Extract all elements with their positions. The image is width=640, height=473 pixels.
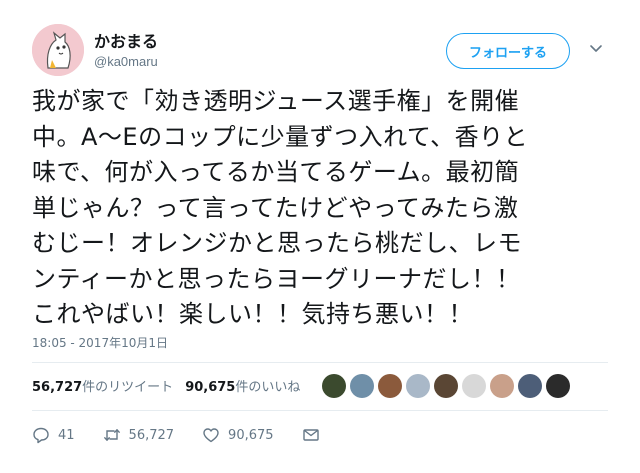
liker-avatar[interactable] bbox=[462, 374, 486, 398]
divider bbox=[32, 362, 608, 363]
heart-icon bbox=[203, 428, 219, 443]
like-stat-label: 件のいいね bbox=[235, 380, 301, 395]
follow-button[interactable]: フォローする bbox=[446, 33, 570, 69]
direct-message-button[interactable] bbox=[302, 426, 320, 444]
user-handle[interactable]: @ka0maru bbox=[94, 54, 158, 69]
display-name[interactable]: かおまる bbox=[94, 28, 158, 52]
like-count: 90,675 bbox=[228, 427, 274, 443]
liker-avatar[interactable] bbox=[518, 374, 542, 398]
tweet-line: 我が家で「効き透明ジュース選手権」を開催 bbox=[32, 87, 520, 115]
like-stat-count: 90,675 bbox=[185, 380, 236, 395]
tweet-line: 味で、何が入ってるか当てるゲーム。最初簡 bbox=[32, 158, 520, 186]
liker-avatar[interactable] bbox=[546, 374, 570, 398]
tweet-line: むじー！オレンジかと思ったら桃だし、レモ bbox=[32, 229, 522, 257]
tweet-line: 中。A〜Eのコップに少量ずつ入れて、香りと bbox=[32, 122, 529, 151]
tweet-line: これやばい！楽しい！！気持ち悪い！！ bbox=[32, 300, 473, 328]
retweet-stat-count: 56,727 bbox=[32, 380, 83, 395]
avatar[interactable] bbox=[32, 24, 84, 76]
liker-avatar[interactable] bbox=[406, 374, 430, 398]
tweet-line: 単じゃん？って言ってたけどやってみたら激 bbox=[32, 193, 519, 222]
like-button[interactable]: 90,675 bbox=[202, 426, 274, 444]
liker-avatar[interactable] bbox=[378, 374, 402, 398]
retweet-stat-label: 件のリツイート bbox=[82, 380, 174, 395]
tweet-line: ンティーかと思ったらヨーグリーナだし！！ bbox=[32, 264, 521, 293]
chevron-down-icon[interactable] bbox=[588, 40, 604, 56]
tweet-stats: 56,727件のリツイート 90,675件のいいね bbox=[32, 376, 300, 395]
retweet-button[interactable]: 56,727 bbox=[103, 426, 175, 444]
envelope-icon bbox=[302, 429, 319, 441]
retweet-stat[interactable]: 56,727件のリツイート bbox=[32, 376, 173, 395]
tweet-text: 我が家で「効き透明ジュース選手権」を開催 中。A〜Eのコップに少量ずつ入れて、香… bbox=[32, 84, 622, 333]
liker-avatar[interactable] bbox=[434, 374, 458, 398]
liker-avatars bbox=[322, 374, 570, 398]
reply-icon bbox=[33, 427, 49, 444]
divider bbox=[32, 410, 608, 411]
liker-avatar[interactable] bbox=[322, 374, 346, 398]
cat-avatar-icon bbox=[32, 24, 84, 76]
tweet-timestamp[interactable]: 18:05 - 2017年10月1日 bbox=[32, 334, 168, 351]
like-stat[interactable]: 90,675件のいいね bbox=[185, 376, 300, 395]
tweet-actions: 41 56,727 90,675 bbox=[32, 426, 348, 444]
retweet-count: 56,727 bbox=[128, 427, 175, 443]
reply-count: 41 bbox=[58, 427, 75, 443]
liker-avatar[interactable] bbox=[490, 374, 514, 398]
reply-button[interactable]: 41 bbox=[32, 426, 75, 444]
retweet-icon bbox=[103, 429, 120, 441]
liker-avatar[interactable] bbox=[350, 374, 374, 398]
